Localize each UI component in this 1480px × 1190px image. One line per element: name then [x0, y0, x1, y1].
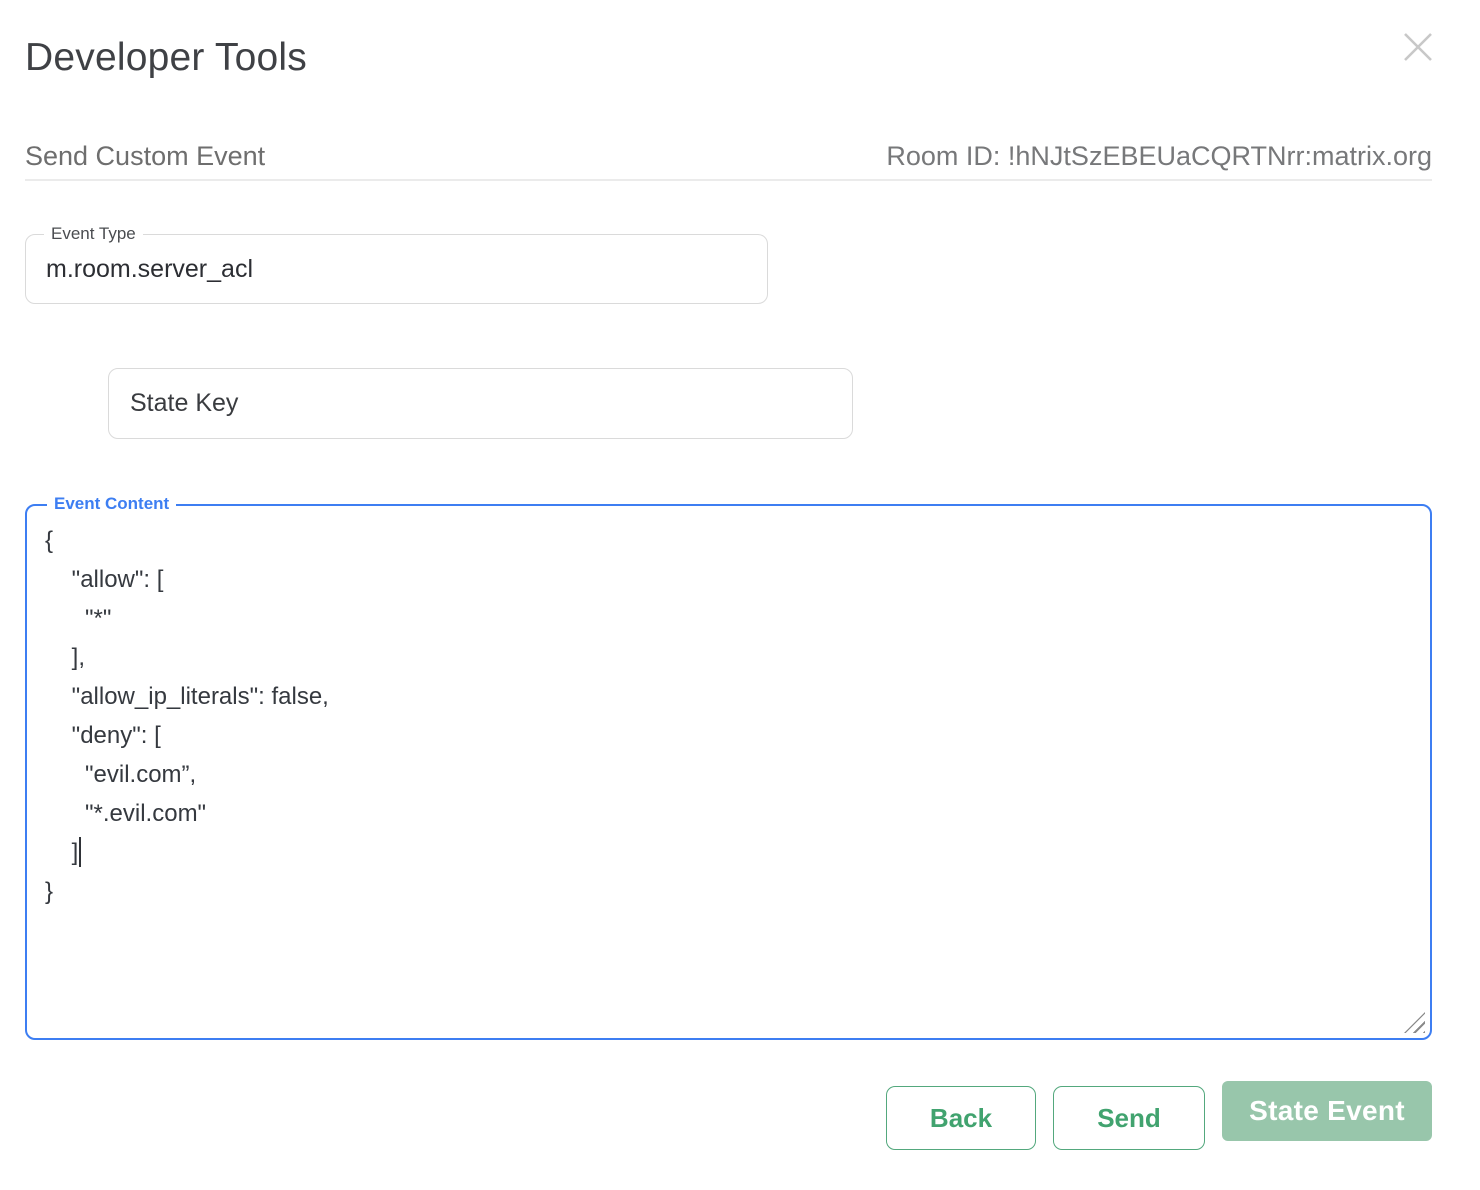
close-icon	[1398, 27, 1438, 67]
event-content-label: Event Content	[47, 493, 176, 515]
page-title: Developer Tools	[25, 36, 307, 80]
event-content-field[interactable]: Event Content { "allow": [ "*" ], "allow…	[25, 504, 1432, 1040]
event-content-after-cursor: }	[45, 878, 53, 905]
back-button[interactable]: Back	[886, 1086, 1036, 1150]
resize-handle-icon[interactable]	[1404, 1012, 1425, 1033]
event-type-label: Event Type	[44, 223, 143, 245]
state-key-field[interactable]: State Key	[108, 368, 853, 439]
event-content-text[interactable]: { "allow": [ "*" ], "allow_ip_literals":…	[45, 521, 1396, 1028]
event-content-before-cursor: { "allow": [ "*" ], "allow_ip_literals":…	[45, 527, 329, 866]
text-cursor	[79, 837, 81, 867]
section-header: Send Custom Event Room ID: !hNJtSzEBEUaC…	[25, 141, 1432, 172]
room-id: Room ID: !hNJtSzEBEUaCQRTNrr:matrix.org	[886, 141, 1432, 172]
section-title: Send Custom Event	[25, 141, 265, 172]
divider	[25, 179, 1432, 181]
developer-tools-dialog: Developer Tools Send Custom Event Room I…	[0, 0, 1480, 1190]
send-button[interactable]: Send	[1053, 1086, 1205, 1150]
state-key-placeholder: State Key	[130, 389, 238, 418]
close-button[interactable]	[1396, 26, 1440, 70]
event-type-value: m.room.server_acl	[46, 255, 253, 284]
state-event-button[interactable]: State Event	[1222, 1081, 1432, 1141]
event-type-field[interactable]: Event Type m.room.server_acl	[25, 234, 768, 304]
dialog-actions: Back Send State Event	[886, 1081, 1432, 1150]
